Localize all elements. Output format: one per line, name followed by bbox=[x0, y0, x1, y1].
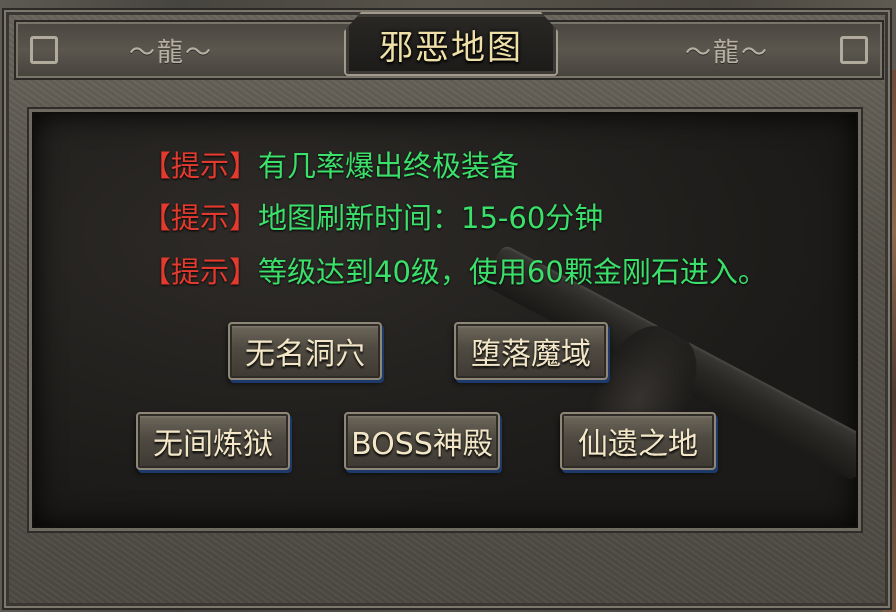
map-button-nameless-cave[interactable]: 无名洞穴 bbox=[228, 322, 382, 380]
corner-knot-icon bbox=[840, 36, 868, 64]
hint-text: 有几率爆出终极装备 bbox=[258, 149, 520, 183]
hint-tag: 【提示】 bbox=[142, 255, 259, 289]
title-plate: 邪恶地图 bbox=[344, 12, 558, 76]
hint-text: 等级达到40级，使用60颗金刚石进入。 bbox=[258, 255, 767, 289]
dragon-ornament-icon: 〜龍〜 bbox=[684, 37, 769, 68]
map-button-boss-temple[interactable]: BOSS神殿 bbox=[344, 412, 500, 470]
corner-knot-icon bbox=[30, 36, 58, 64]
hint-tag: 【提示】 bbox=[142, 201, 259, 235]
evil-map-window: 〜龍〜 〜龍〜 邪恶地图 【提示】 有几率爆出终极装备 【提示】 地图刷新时间：… bbox=[2, 8, 892, 610]
window-title: 邪恶地图 bbox=[379, 27, 523, 68]
map-button-immortal-remains[interactable]: 仙遗之地 bbox=[560, 412, 716, 470]
map-button-fallen-demon-realm[interactable]: 堕落魔域 bbox=[454, 322, 608, 380]
hint-row: 【提示】 地图刷新时间：15-60分钟 bbox=[142, 196, 603, 236]
hint-tag: 【提示】 bbox=[142, 149, 259, 183]
hint-text: 地图刷新时间：15-60分钟 bbox=[258, 201, 604, 235]
hint-row: 【提示】 有几率爆出终极装备 bbox=[142, 144, 519, 184]
dragon-ornament-icon: 〜龍〜 bbox=[128, 37, 213, 68]
hint-row: 【提示】 等级达到40级，使用60颗金刚石进入。 bbox=[142, 250, 767, 290]
content-panel: 【提示】 有几率爆出终极装备 【提示】 地图刷新时间：15-60分钟 【提示】 … bbox=[32, 112, 858, 528]
map-button-endless-purgatory[interactable]: 无间炼狱 bbox=[136, 412, 290, 470]
